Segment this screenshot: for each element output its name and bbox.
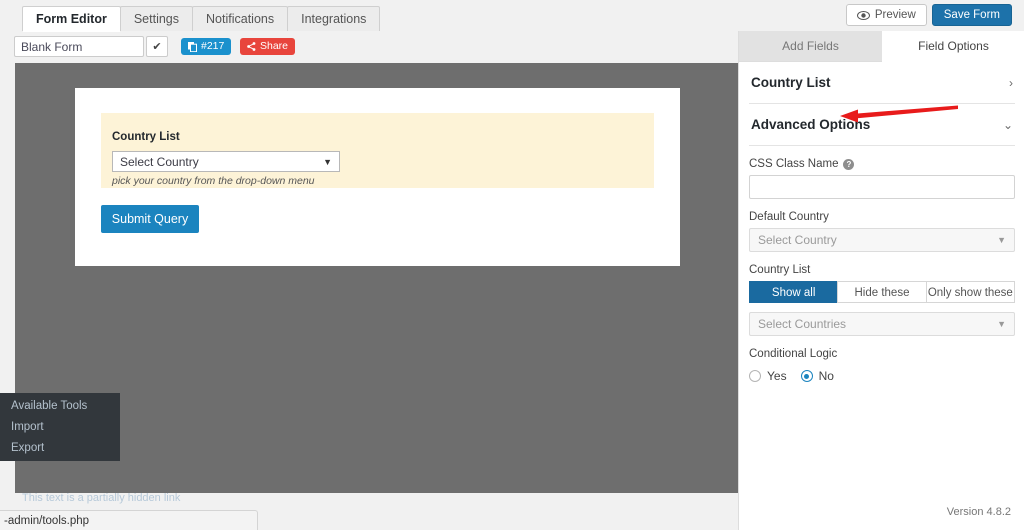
field-options-panel: Add Fields Field Options Country List › …: [738, 31, 1024, 530]
css-class-name-label: CSS Class Name ?: [749, 158, 1015, 170]
filter-only-show-these-button[interactable]: Only show these: [926, 281, 1015, 303]
form-builder-app: Form Editor Settings Notifications Integ…: [0, 0, 1024, 530]
group-default-country: Default Country Select Country ▼: [749, 199, 1015, 252]
country-list-filter-label-text: Country List: [749, 264, 810, 276]
question-mark-icon[interactable]: ?: [843, 159, 854, 170]
panel-body: Country List › Advanced Options ⌄ CSS Cl…: [739, 62, 1024, 530]
conditional-logic-no[interactable]: No: [801, 369, 834, 383]
accordion-country-list-title: Country List: [751, 75, 831, 90]
country-list-filter-label: Country List: [749, 264, 1015, 276]
filter-hide-these-button[interactable]: Hide these: [837, 281, 926, 303]
tab-integrations[interactable]: Integrations: [287, 6, 380, 31]
default-country-label-text: Default Country: [749, 211, 829, 223]
chevron-right-icon: ›: [1009, 76, 1013, 90]
country-select-value: Select Country: [120, 155, 199, 169]
default-country-select[interactable]: Select Country ▼: [749, 228, 1015, 252]
radio-yes-icon: [749, 370, 761, 382]
conditional-logic-label-text: Conditional Logic: [749, 348, 837, 360]
browser-status-bar: -admin/tools.php: [0, 510, 258, 530]
css-class-name-input[interactable]: [749, 175, 1015, 199]
radio-no-icon: [801, 370, 813, 382]
submit-query-button[interactable]: Submit Query: [101, 205, 199, 233]
version-label: Version 4.8.2: [947, 506, 1011, 518]
default-country-value: Select Country: [758, 233, 837, 247]
top-tab-strip: Form Editor Settings Notifications Integ…: [0, 0, 1024, 32]
caret-down-icon: ▼: [997, 319, 1006, 329]
header-actions: Preview Save Form: [846, 4, 1012, 26]
conditional-logic-label: Conditional Logic: [749, 348, 1015, 360]
field-description: pick your country from the drop-down men…: [112, 175, 315, 187]
form-name-input[interactable]: [14, 36, 144, 57]
tab-form-editor[interactable]: Form Editor: [22, 6, 121, 31]
tab-notifications[interactable]: Notifications: [192, 6, 288, 31]
form-preview-card: Country List Select Country ▼ pick your …: [75, 88, 680, 266]
accordion-advanced-options[interactable]: Advanced Options ⌄: [749, 104, 1015, 146]
panel-tabs: Add Fields Field Options: [739, 31, 1024, 62]
tab-field-options[interactable]: Field Options: [882, 31, 1024, 62]
share-button-label: Share: [260, 38, 288, 55]
tab-add-fields[interactable]: Add Fields: [739, 31, 882, 62]
default-country-label: Default Country: [749, 211, 1015, 223]
form-id-label: #217: [201, 38, 224, 55]
confirm-form-name-button[interactable]: ✔: [146, 36, 168, 57]
main-tabs: Form Editor Settings Notifications Integ…: [22, 6, 379, 31]
css-class-name-label-text: CSS Class Name: [749, 158, 838, 170]
eye-icon: [857, 11, 870, 20]
filter-show-all-button[interactable]: Show all: [749, 281, 838, 303]
share-button[interactable]: Share: [240, 38, 295, 55]
tab-settings[interactable]: Settings: [120, 6, 193, 31]
conditional-logic-yes-label: Yes: [767, 369, 787, 383]
faded-footer-link: This text is a partially hidden link: [0, 492, 738, 508]
preview-button-label: Preview: [875, 5, 916, 25]
field-label: Country List: [112, 131, 180, 143]
accordion-advanced-options-title: Advanced Options: [751, 117, 870, 132]
country-list-filter-buttons: Show all Hide these Only show these: [749, 281, 1015, 303]
preview-button[interactable]: Preview: [846, 4, 927, 26]
group-country-list-filter: Country List Show all Hide these Only sh…: [749, 252, 1015, 336]
status-bar-url: -admin/tools.php: [4, 515, 89, 527]
caret-down-icon: ▼: [323, 157, 332, 167]
select-countries-placeholder: Select Countries: [758, 317, 846, 331]
tools-context-menu[interactable]: Available Tools Import Export: [0, 393, 120, 461]
select-countries-input[interactable]: Select Countries ▼: [749, 312, 1015, 336]
field-country-list[interactable]: Country List Select Country ▼ pick your …: [101, 113, 654, 188]
group-conditional-logic: Conditional Logic Yes No: [749, 336, 1015, 383]
group-css-class-name: CSS Class Name ?: [749, 146, 1015, 199]
copy-icon: [188, 42, 197, 52]
form-id-badge[interactable]: #217: [181, 38, 231, 55]
accordion-country-list[interactable]: Country List ›: [749, 62, 1015, 104]
share-icon: [247, 42, 256, 51]
conditional-logic-no-label: No: [819, 369, 834, 383]
menu-item-export[interactable]: Export: [0, 438, 120, 459]
conditional-logic-radios: Yes No: [749, 369, 1015, 383]
save-form-button[interactable]: Save Form: [932, 4, 1012, 26]
form-meta-bar: ✔ #217 Share: [0, 31, 738, 63]
menu-item-available-tools[interactable]: Available Tools: [0, 396, 120, 417]
faded-footer-link-text: This text is a partially hidden link: [22, 492, 180, 504]
caret-down-icon: ▼: [997, 235, 1006, 245]
check-icon: ✔: [152, 40, 161, 53]
menu-item-import[interactable]: Import: [0, 417, 120, 438]
chevron-down-icon: ⌄: [1003, 118, 1013, 132]
form-canvas: Country List Select Country ▼ pick your …: [15, 63, 738, 493]
country-select[interactable]: Select Country ▼: [112, 151, 340, 172]
conditional-logic-yes[interactable]: Yes: [749, 369, 787, 383]
